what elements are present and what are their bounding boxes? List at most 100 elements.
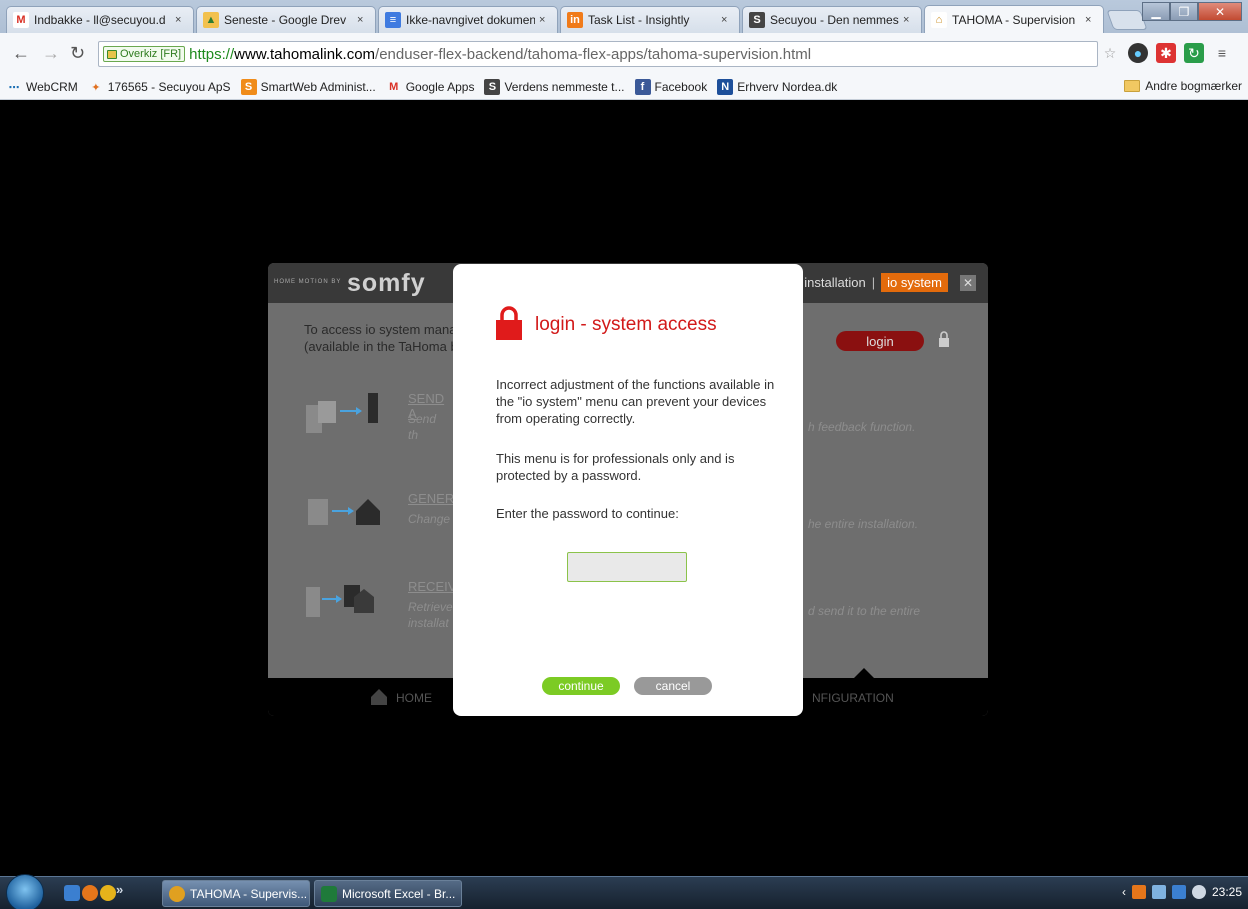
tab-tahoma[interactable]: ⌂ TAHOMA - Supervision × (924, 5, 1104, 33)
footer-home[interactable]: HOME (396, 691, 432, 705)
network-icon[interactable] (1151, 885, 1166, 899)
browser-toolbar: ← → ↻ Overkiz [FR] https:// www.tahomali… (0, 33, 1248, 75)
excel-icon (321, 885, 337, 902)
show-desktop-icon[interactable] (64, 885, 80, 901)
tab-close-icon[interactable]: × (721, 14, 733, 26)
bookmark-star-icon[interactable]: ☆ (1100, 43, 1120, 63)
row-desc: Retrieve installat (408, 599, 453, 631)
bookmark-facebook[interactable]: f Facebook (634, 79, 707, 95)
padlock-icon (107, 49, 117, 59)
toolbar-icons: ☆ ● ✱ ↻ ≡ (1100, 43, 1232, 63)
enter-password-text: Enter the password to continue: (496, 506, 679, 521)
bookmark-label: Erhverv Nordea.dk (737, 80, 838, 94)
bookmark-label: WebCRM (26, 80, 78, 94)
bookmark-verdens-nemmeste[interactable]: S Verdens nemmeste t... (484, 79, 625, 95)
tab-secuyou[interactable]: S Secuyou - Den nemmest × (742, 6, 922, 33)
firefox-icon[interactable] (82, 885, 98, 901)
password-input[interactable] (567, 552, 687, 582)
home-icon[interactable] (370, 688, 388, 706)
volume-icon[interactable] (1191, 885, 1206, 899)
minimize-icon[interactable]: ▁ (1142, 2, 1170, 21)
tab-label: Task List - Insightly (588, 13, 690, 27)
gmail-icon: M (389, 81, 399, 93)
somfy-logo: somfy (347, 269, 426, 297)
bookmark-secuyou-aps[interactable]: ✦ 176565 - Secuyou ApS (88, 79, 230, 95)
app-close-icon[interactable]: ✕ (960, 275, 976, 291)
other-bookmarks[interactable]: Andre bogmærker (1124, 79, 1242, 93)
clock[interactable]: 23:25 (1212, 885, 1242, 899)
crm-icon: ✦ (91, 81, 101, 94)
taskbar-item-excel[interactable]: Microsoft Excel - Br... (314, 880, 462, 907)
chrome-icon (169, 885, 185, 902)
gmail-icon: M (13, 12, 29, 28)
task-label: TAHOMA - Supervis... (190, 886, 308, 901)
somfy-tagline: HOME MOTION BY (274, 279, 342, 285)
tab-docs[interactable]: ≡ Ikke-navngivet dokumen × (378, 6, 558, 33)
task-label: Microsoft Excel - Br... (342, 886, 456, 901)
receive-key-icon (306, 585, 374, 617)
reload-icon[interactable]: ↻ (70, 43, 85, 64)
url-path: /enduser-flex-backend/tahoma-flex-apps/t… (375, 45, 812, 63)
app-login-button[interactable]: login (836, 331, 924, 351)
footer-notch (854, 668, 874, 678)
security-badge[interactable]: Overkiz [FR] (103, 46, 186, 62)
start-button[interactable] (6, 874, 44, 909)
tab-label: Secuyou - Den nemmest (770, 13, 899, 27)
row-title[interactable]: RECEIV (408, 579, 456, 594)
row-desc-line-1: Retrieve (408, 600, 453, 614)
secuyou-icon: S (749, 12, 765, 28)
tab-gmail[interactable]: M Indbakke - ll@secuyou.d × (6, 6, 194, 33)
facebook-icon: f (634, 79, 651, 95)
bookmark-google-apps[interactable]: M Google Apps (386, 79, 474, 95)
secuyou-icon: S (484, 79, 501, 95)
tab-close-icon[interactable]: × (539, 14, 551, 26)
bookmarks-bar: ⋯ WebCRM ✦ 176565 - Secuyou ApS S SmartW… (0, 75, 1248, 100)
cancel-button[interactable]: cancel (634, 677, 712, 695)
page-content: HOME MOTION BY somfy t | installation | … (0, 100, 1248, 876)
nav-installation[interactable]: installation (804, 275, 865, 290)
access-line-1: To access io system mana (304, 322, 457, 337)
restore-icon[interactable]: ❐ (1170, 2, 1198, 21)
tab-close-icon[interactable]: × (1085, 14, 1097, 26)
send-key-icon (306, 393, 378, 433)
back-arrow-icon[interactable]: ← (12, 43, 30, 64)
window-close-icon[interactable]: ✕ (1198, 2, 1242, 21)
row-desc: Change (408, 512, 451, 526)
professional-text: This menu is for professionals only and … (496, 451, 735, 483)
chrome-icon[interactable] (100, 885, 116, 901)
menu-icon[interactable]: ≡ (1212, 43, 1232, 63)
bookmark-webcrm[interactable]: ⋯ WebCRM (6, 79, 78, 95)
taskbar-item-tahoma[interactable]: TAHOMA - Supervis... (162, 880, 310, 907)
tab-close-icon[interactable]: × (357, 14, 369, 26)
other-bookmarks-label: Andre bogmærker (1145, 79, 1242, 93)
docs-icon: ≡ (385, 12, 401, 28)
extension-icon[interactable]: ↻ (1184, 43, 1204, 63)
tab-insightly[interactable]: in Task List - Insightly × (560, 6, 740, 33)
row-title[interactable]: GENER (408, 491, 454, 506)
bookmark-smartweb[interactable]: S SmartWeb Administ... (240, 79, 376, 95)
footer-configuration[interactable]: NFIGURATION (812, 691, 894, 705)
nordea-icon: N (717, 79, 734, 95)
row-desc-right: he entire installation. (808, 517, 919, 531)
extension-icon[interactable]: ✱ (1156, 43, 1176, 63)
row-desc-line-2: installat (408, 616, 449, 630)
tab-close-icon[interactable]: × (903, 14, 915, 26)
nav-io-system[interactable]: io system (881, 273, 948, 292)
row-desc-right: d send it to the entire (808, 604, 921, 618)
folder-icon (1124, 80, 1141, 92)
address-bar[interactable]: Overkiz [FR] https:// www.tahomalink.com… (98, 41, 1098, 67)
bookmark-label: Verdens nemmeste t... (504, 80, 625, 94)
forward-arrow-icon[interactable]: → (42, 43, 60, 64)
bookmark-nordea[interactable]: N Erhverv Nordea.dk (717, 79, 837, 95)
row-desc-right: h feedback function. (808, 420, 916, 434)
tab-google-drive[interactable]: ▲ Seneste - Google Drev × (196, 6, 376, 33)
tray-expand-icon[interactable]: ‹ (1122, 885, 1126, 899)
tab-close-icon[interactable]: × (175, 14, 187, 26)
tray-app-icon[interactable] (1131, 885, 1146, 899)
quicklaunch-more-icon[interactable]: » (116, 882, 123, 897)
extension-icon[interactable]: ● (1128, 43, 1148, 63)
tab-label: Ikke-navngivet dokumen (406, 13, 535, 27)
continue-button[interactable]: continue (542, 677, 620, 695)
sync-icon[interactable] (1171, 885, 1186, 899)
security-label: Overkiz [FR] (120, 48, 182, 60)
